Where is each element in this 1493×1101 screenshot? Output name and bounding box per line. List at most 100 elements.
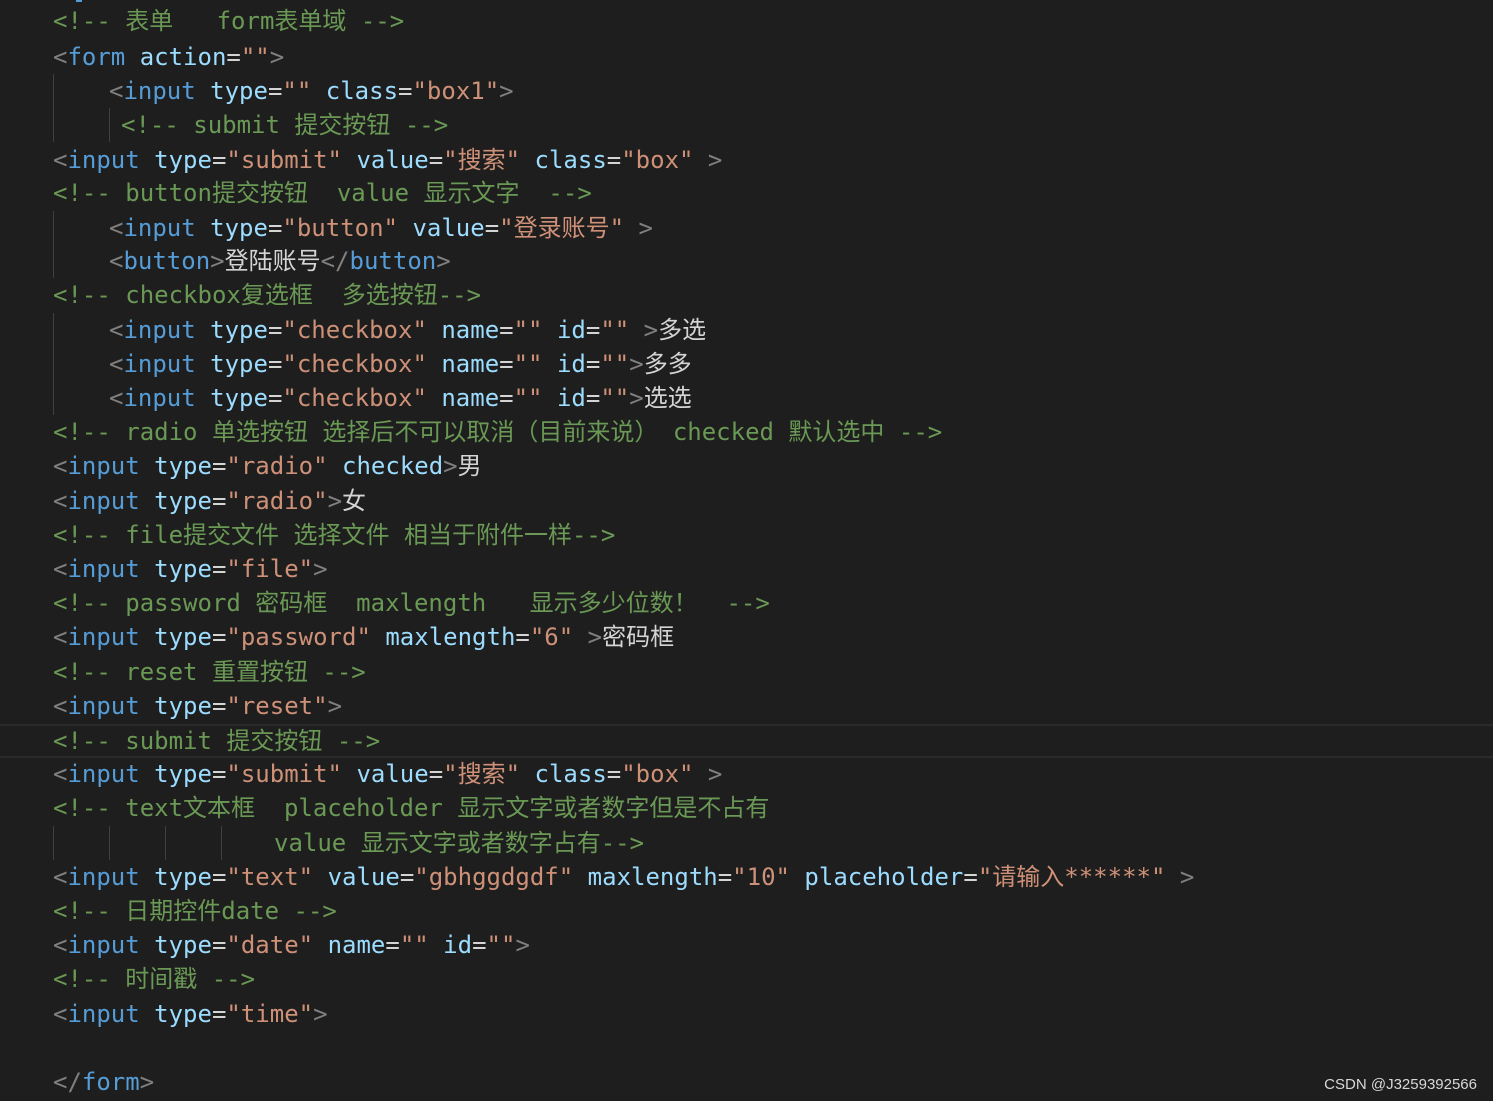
token-str: "radio" [226, 487, 328, 515]
code-line[interactable]: <input type="" class="box1"> [0, 74, 1493, 108]
token-eq: = [211, 623, 227, 651]
token-eq: = [499, 350, 514, 378]
code-line[interactable]: <input type="checkbox" name="" id="">多多 [0, 347, 1493, 381]
token-com: <!-- 表单 form表单域 --> [53, 7, 405, 35]
code-line[interactable]: <input type="checkbox" name="" id="" >多选 [0, 313, 1493, 347]
indent-guide [53, 108, 54, 142]
token-eq: = [211, 760, 227, 788]
token-eq: = [515, 623, 530, 651]
token-tag: form [81, 1068, 140, 1096]
code-line[interactable]: <input type="file"> [0, 552, 1493, 586]
token-tag: input [67, 623, 140, 651]
code-line[interactable]: <!-- checkbox复选框 多选按钮--> [0, 278, 1493, 312]
token-str: "submit" [226, 760, 342, 788]
token-pun: </ [320, 247, 350, 275]
code-text: <input type="" class="box1"> [109, 74, 514, 108]
token-str: "password" [226, 623, 371, 651]
token-attr: value [356, 760, 429, 788]
code-line[interactable] [0, 1031, 1493, 1065]
code-text: <input type="checkbox" name="" id="" >多选 [109, 313, 706, 347]
token-txt: 男 [457, 452, 482, 480]
code-line[interactable]: <!-- radio 单选按钮 选择后不可以取消（目前来说） checked 默… [0, 415, 1493, 449]
indent-guide [109, 826, 110, 860]
code-line[interactable]: <!-- 表单 form表单域 --> [0, 4, 1493, 38]
token-com: <!-- 日期控件date --> [53, 897, 337, 925]
token-attr: type [210, 214, 268, 242]
code-line[interactable]: <input type="text" value="gbhggdgdf" max… [0, 860, 1493, 894]
code-line[interactable]: <input type="password" maxlength="6" >密码… [0, 620, 1493, 654]
token-com: <!-- password 密码框 maxlength 显示多少位数！ --> [53, 589, 770, 617]
code-line[interactable]: <input type="radio" checked>男 [0, 449, 1493, 483]
indent-guide [53, 347, 54, 381]
code-line[interactable]: </form> [0, 1065, 1493, 1099]
current-code-line[interactable]: <!-- submit 提交按钮 --> [0, 724, 1493, 758]
token-pun: > [436, 247, 451, 275]
token-pun: > [629, 350, 644, 378]
code-line[interactable]: <!-- button提交按钮 value 显示文字 --> [0, 176, 1493, 210]
code-editor[interactable]: <!-- 表单 form表单域 --> <form action=""> <inpu… [0, 0, 1493, 1101]
token-attr: type [154, 623, 212, 651]
code-line[interactable]: value 显示文字或者数字占有--> [0, 826, 1493, 860]
token-pun: </ [53, 1068, 82, 1096]
indent-guide [53, 211, 54, 245]
token-pun: < [53, 43, 68, 71]
code-line[interactable]: <input type="radio">女 [0, 484, 1493, 518]
token-txt: 登陆账号 [224, 247, 321, 275]
token-str: "" [282, 77, 312, 105]
code-line[interactable]: <input type="time"> [0, 997, 1493, 1031]
code-line[interactable]: <input type="checkbox" name="" id="">选选 [0, 381, 1493, 415]
code-line[interactable]: <!-- submit 提交按钮 --> [0, 108, 1493, 142]
code-line[interactable]: <!-- text文本框 placeholder 显示文字或者数字但是不占有 [0, 791, 1493, 825]
code-line[interactable]: <!-- 时间戳 --> [0, 962, 1493, 996]
code-line[interactable]: <!-- 日期控件date --> [0, 894, 1493, 928]
token-eq: = [963, 863, 978, 891]
token-str: "reset" [226, 692, 328, 720]
code-line[interactable]: <input type="reset"> [0, 689, 1493, 723]
code-line[interactable]: <button>登陆账号</button> [0, 244, 1493, 278]
token-attr: type [154, 452, 212, 480]
token-tag: form [67, 43, 126, 71]
token-tag: input [67, 555, 140, 583]
indent-guide [53, 244, 54, 278]
token-eq: = [484, 214, 500, 242]
token-eq: = [606, 146, 622, 174]
token-com: <!-- 时间戳 --> [53, 965, 256, 993]
code-line[interactable]: <input type="submit" value="搜索" class="b… [0, 757, 1493, 791]
token-str: "button" [282, 214, 398, 242]
token-tag: input [67, 452, 140, 480]
token-eq: = [267, 316, 283, 344]
token-eq: = [211, 146, 227, 174]
code-text: <!-- text文本框 placeholder 显示文字或者数字但是不占有 [53, 791, 769, 825]
token-eq: = [428, 146, 444, 174]
token-pun: < [53, 452, 68, 480]
token-attr: action [139, 43, 227, 71]
code-line[interactable]: <form action=""> [0, 40, 1493, 74]
token-eq: = [472, 931, 487, 959]
code-text: <input type="time"> [53, 997, 328, 1031]
code-line[interactable]: <input type="date" name="" id=""> [0, 928, 1493, 962]
token-str: "搜索" [443, 146, 521, 174]
token-pun: < [53, 863, 68, 891]
token-pun: < [53, 931, 68, 959]
scroll-marker [76, 0, 82, 2]
code-line[interactable]: <input type="button" value="登录账号" > [0, 211, 1493, 245]
token-str: "gbhggdgdf" [414, 863, 574, 891]
token-attr: type [210, 77, 268, 105]
token-txt: 女 [342, 487, 367, 515]
token-attr: class [534, 760, 607, 788]
indent-guide [53, 826, 54, 860]
code-text: <!-- file提交文件 选择文件 相当于附件一样--> [53, 518, 615, 552]
code-text: <form action=""> [53, 40, 284, 74]
code-line[interactable]: <!-- password 密码框 maxlength 显示多少位数！ --> [0, 586, 1493, 620]
token-tag: input [67, 760, 140, 788]
token-tag: input [67, 863, 140, 891]
token-eq: = [585, 316, 601, 344]
code-line[interactable]: <!-- reset 重置按钮 --> [0, 655, 1493, 689]
code-line[interactable]: <!-- file提交文件 选择文件 相当于附件一样--> [0, 518, 1493, 552]
token-eq: = [585, 384, 601, 412]
code-line[interactable]: <input type="submit" value="搜索" class="b… [0, 143, 1493, 177]
